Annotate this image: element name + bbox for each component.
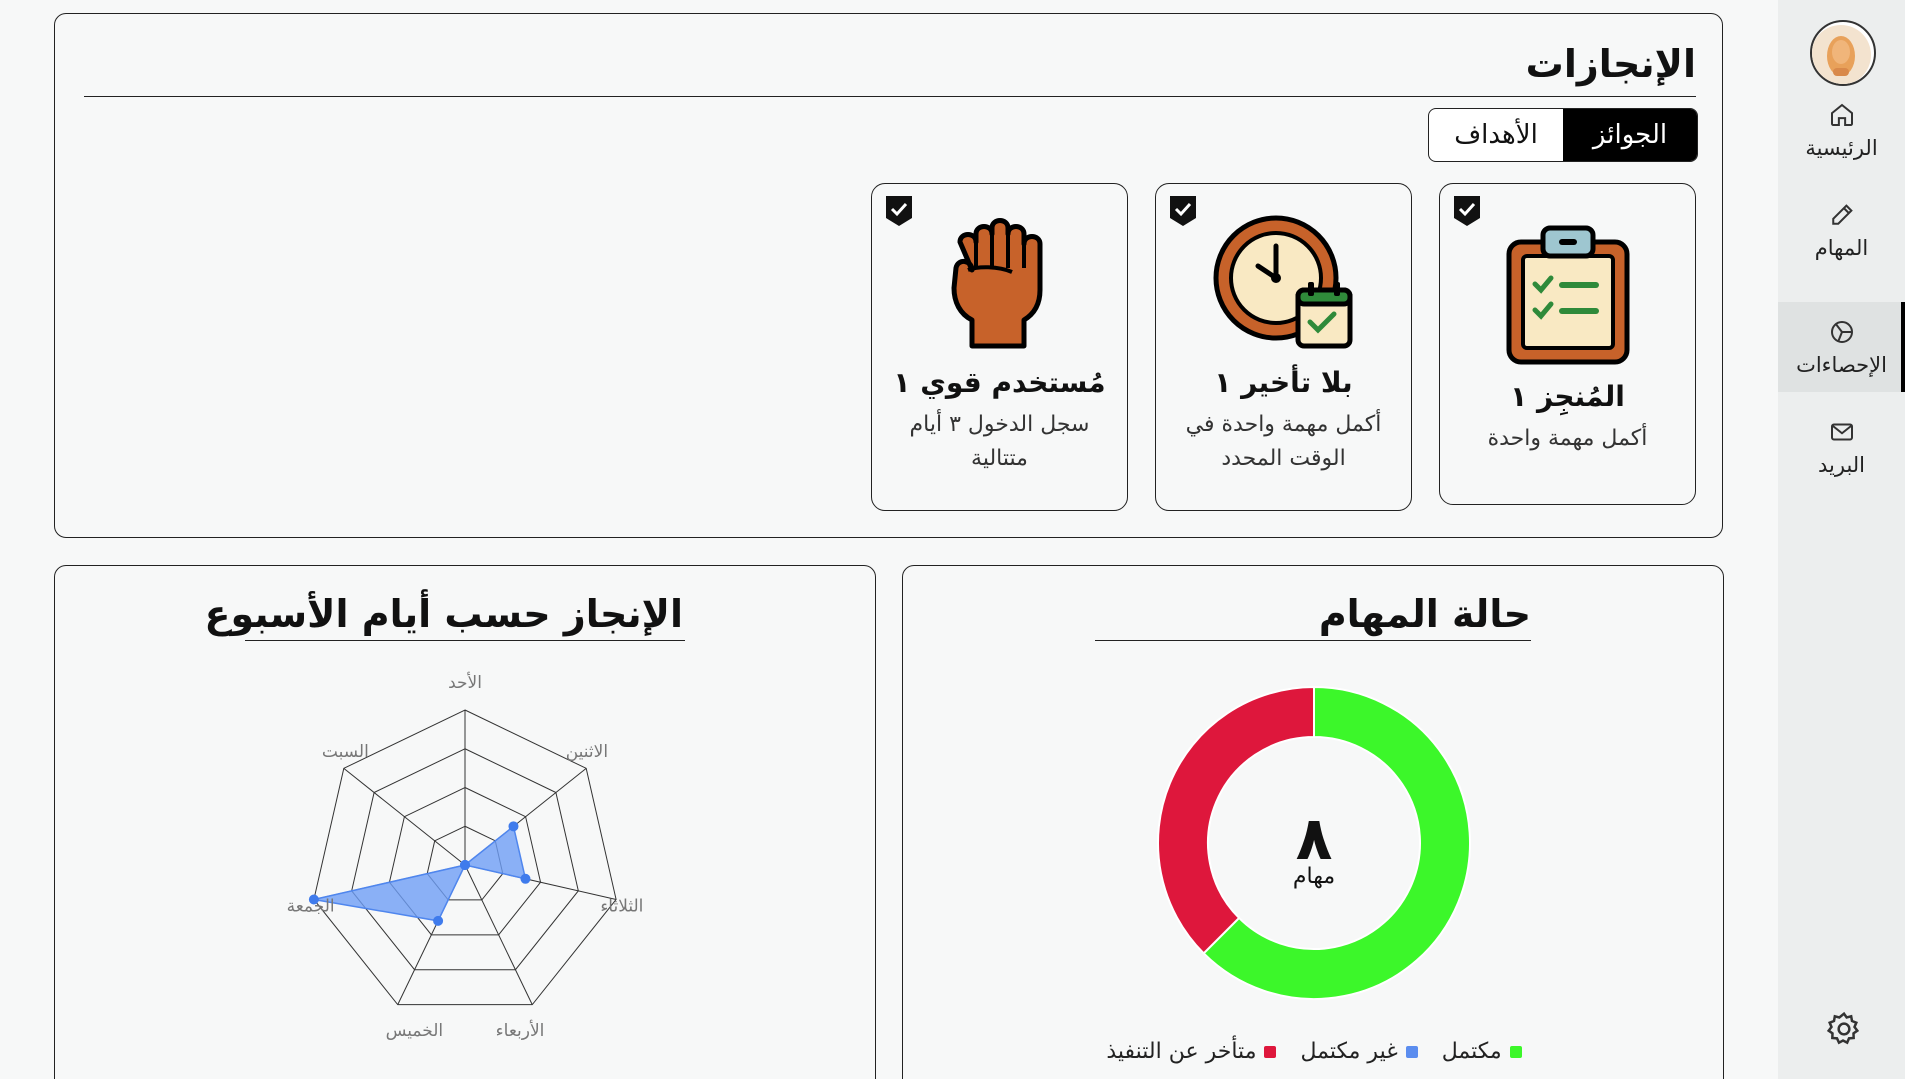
card-description: أكمل مهمة واحدة في الوقت المحدد bbox=[1185, 412, 1382, 471]
legend-item[interactable]: متأخر عن التنفيذ bbox=[1106, 1039, 1277, 1064]
legend-swatch bbox=[1405, 1045, 1418, 1058]
chart-legend: مكتمل غير مكتمل متأخر عن التنفيذ bbox=[903, 1039, 1725, 1064]
sidebar-item-mail[interactable]: البريد bbox=[1778, 402, 1905, 492]
radar-point-6[interactable] bbox=[460, 860, 470, 870]
mail-icon bbox=[1830, 423, 1853, 441]
card-title: مُستخدم قوي ١ bbox=[893, 366, 1106, 399]
radar-axis-label: الثلاثاء bbox=[600, 897, 643, 917]
sidebar: الرئيسية المهام الإحصاءات البريد bbox=[1778, 0, 1905, 1079]
title-divider bbox=[84, 96, 1696, 97]
radar-point-1[interactable] bbox=[508, 821, 519, 832]
tab-awards[interactable]: الجوائز bbox=[1563, 109, 1697, 161]
avatar[interactable] bbox=[1810, 20, 1876, 86]
legend-label: غير مكتمل bbox=[1300, 1039, 1398, 1064]
fist-icon bbox=[951, 218, 1042, 349]
legend-swatch bbox=[1509, 1045, 1522, 1058]
radar-axis-label: الجمعة bbox=[287, 897, 335, 917]
page-title: الإنجازات bbox=[1525, 42, 1696, 86]
sidebar-item-label: المهام bbox=[1814, 236, 1869, 260]
achievements-panel: الإنجازات الجوائز الأهداف المُنجِز ١ أكم… bbox=[54, 13, 1723, 538]
legend-label: متأخر عن التنفيذ bbox=[1106, 1039, 1257, 1064]
sidebar-item-label: الرئيسية bbox=[1805, 136, 1878, 160]
pie-chart-icon bbox=[1830, 321, 1853, 343]
radar-axis-label: الخميس bbox=[386, 1021, 444, 1041]
gear-icon[interactable] bbox=[1824, 1009, 1864, 1049]
sidebar-item-label: الإحصاءات bbox=[1796, 353, 1887, 377]
tab-goals[interactable]: الأهداف bbox=[1429, 109, 1563, 161]
radar-axis-label: السبت bbox=[322, 742, 369, 762]
legend-swatch bbox=[1264, 1045, 1277, 1058]
achievement-card-power-user[interactable]: مُستخدم قوي ١ سجل الدخول ٣ أيام متتالية bbox=[871, 183, 1128, 511]
card-description: سجل الدخول ٣ أيام متتالية bbox=[909, 412, 1090, 471]
sidebar-item-label: البريد bbox=[1817, 453, 1866, 477]
radar-point-4[interactable] bbox=[433, 915, 444, 926]
sidebar-item-home[interactable]: الرئيسية bbox=[1778, 85, 1905, 175]
sidebar-item-statistics[interactable]: الإحصاءات bbox=[1778, 302, 1905, 392]
checkmark-badge-icon bbox=[1454, 196, 1480, 226]
legend-item[interactable]: مكتمل bbox=[1442, 1039, 1522, 1064]
home-icon bbox=[1830, 103, 1853, 126]
radar-axis-label: الاثنين bbox=[566, 742, 608, 762]
clock-calendar-icon bbox=[1213, 215, 1352, 349]
legend-label: مكتمل bbox=[1441, 1039, 1502, 1064]
checkmark-badge-icon bbox=[1170, 196, 1196, 226]
achievements-tabs: الجوائز الأهداف bbox=[1428, 108, 1698, 162]
checkmark-badge-icon bbox=[886, 196, 912, 226]
achievement-card-achiever[interactable]: المُنجِز ١ أكمل مهمة واحدة bbox=[1439, 183, 1696, 505]
total-tasks-label: مهام bbox=[1292, 864, 1336, 889]
pencil-icon bbox=[1831, 204, 1853, 225]
task-status-panel: حالة المهام ٨ مهام مكتمل غير مكتمل متأخر ع… bbox=[902, 565, 1724, 1079]
radar-axis-label: الأربعاء bbox=[496, 1020, 545, 1041]
card-title: بلا تأخير ١ bbox=[1214, 366, 1353, 399]
radar-chart: الأحد الاثنين الثلاثاء الأربعاء الخميس الجمعة… bbox=[287, 672, 644, 1041]
clipboard-checklist-icon bbox=[1506, 225, 1629, 365]
radar-point-2[interactable] bbox=[520, 873, 531, 884]
achievement-card-no-delay[interactable]: بلا تأخير ١ أكمل مهمة واحدة في الوقت الم… bbox=[1155, 183, 1412, 511]
sidebar-item-tasks[interactable]: المهام bbox=[1778, 185, 1905, 275]
weekday-chart-panel: الإنجاز حسب أيام الأسبوع الأحد الاثنين الث… bbox=[54, 565, 876, 1079]
radar-axis-label: الأحد bbox=[448, 672, 482, 693]
card-title: المُنجِز ١ bbox=[1510, 380, 1625, 413]
card-description: أكمل مهمة واحدة bbox=[1487, 426, 1648, 451]
legend-item[interactable]: غير مكتمل bbox=[1300, 1039, 1418, 1064]
radar-spoke bbox=[343, 767, 466, 866]
